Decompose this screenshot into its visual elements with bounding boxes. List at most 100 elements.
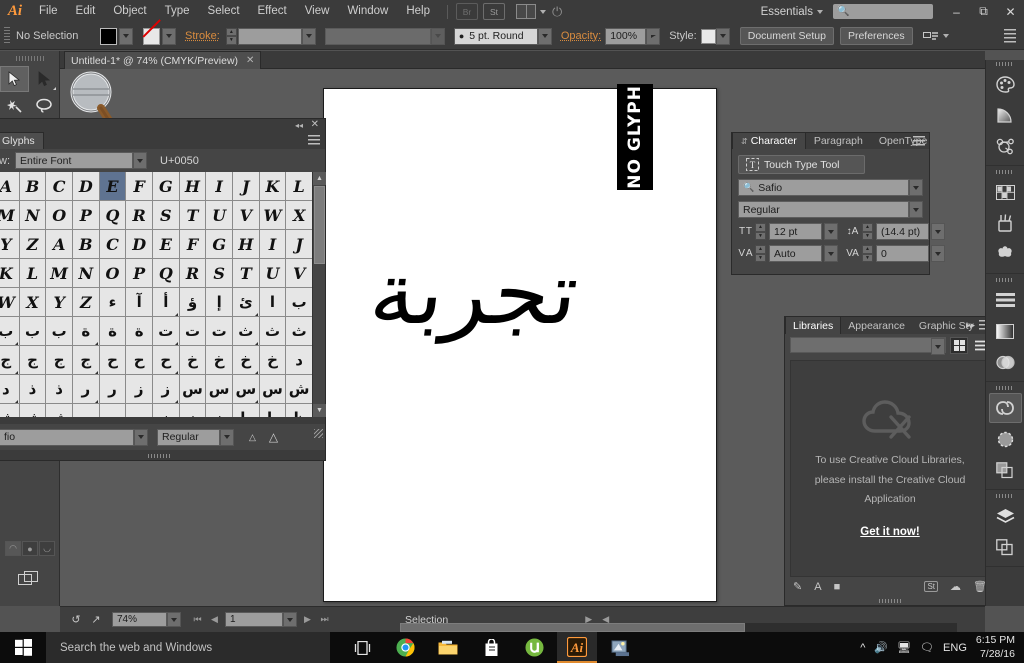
volume-icon[interactable]: 🔊 (874, 641, 888, 654)
glyph-cell[interactable]: ج (0, 346, 19, 374)
artboards-icon[interactable] (989, 532, 1022, 562)
library-select-dropdown[interactable] (931, 338, 945, 355)
glyph-cell[interactable]: L (286, 172, 312, 200)
kerning-field[interactable]: Auto (769, 245, 822, 262)
glyphs-panel-menu-button[interactable] (308, 135, 320, 145)
clock[interactable]: 6:15 PM 7/28/16 (976, 634, 1015, 660)
show-select-dropdown[interactable] (133, 152, 147, 169)
glyph-cell[interactable]: ة (100, 317, 126, 345)
horizontal-scrollbar[interactable] (400, 623, 957, 632)
tracking-dropdown[interactable] (931, 245, 945, 262)
glyph-cell[interactable]: إ (206, 288, 232, 316)
glyph-cell[interactable]: ر (100, 375, 126, 403)
control-panel-menu-button[interactable] (1004, 29, 1016, 43)
brush-definition-dropdown[interactable] (538, 28, 552, 45)
glyph-cell[interactable]: خ (206, 346, 232, 374)
change-screen-mode-icon[interactable] (18, 570, 40, 586)
graphic-style-dropdown[interactable] (716, 28, 730, 45)
glyph-cell[interactable]: ش (20, 404, 46, 417)
glyph-cell[interactable]: ح (126, 346, 152, 374)
reset-icon[interactable]: ↺ (68, 613, 84, 626)
glyph-cell[interactable]: X (286, 201, 312, 229)
glyph-cell[interactable]: ض (153, 404, 179, 417)
kerning-dropdown[interactable] (824, 245, 838, 262)
glyph-cell[interactable]: ث (286, 317, 312, 345)
leading-stepper[interactable]: ▲▼ (862, 223, 873, 240)
glyph-cell[interactable]: ط (233, 404, 259, 417)
glyph-cell[interactable]: ز (126, 375, 152, 403)
glyph-cell[interactable]: ة (126, 317, 152, 345)
glyph-cell[interactable]: ج (73, 346, 99, 374)
select-similar-button[interactable] (923, 30, 949, 43)
glyph-cell[interactable]: ت (153, 317, 179, 345)
artboard-number-field[interactable]: 1 (225, 612, 283, 627)
glyph-cell[interactable]: س (206, 375, 232, 403)
zoom-level-dropdown[interactable] (167, 612, 181, 627)
minimize-button[interactable]: – (943, 0, 970, 23)
rail-group-grip[interactable] (986, 276, 1024, 284)
tab-character[interactable]: ⇵ Character (732, 133, 806, 149)
tools-panel-grip[interactable] (14, 54, 45, 63)
glyph-cell[interactable]: J (286, 230, 312, 258)
stroke-label[interactable]: Stroke: (185, 30, 220, 42)
glyph-cell[interactable]: M (0, 201, 19, 229)
glyph-cell[interactable]: س (180, 375, 206, 403)
glyph-cell[interactable]: V (233, 201, 259, 229)
glyph-cell[interactable]: F (180, 230, 206, 258)
glyph-cell[interactable]: س (233, 375, 259, 403)
touch-type-tool-button[interactable]: T Touch Type Tool (738, 155, 865, 174)
font-size-stepper[interactable]: ▲▼ (755, 223, 766, 240)
tracking-field[interactable]: 0 (876, 245, 929, 262)
zoom-in-glyphs-icon[interactable]: △ (269, 430, 278, 444)
tab-appearance[interactable]: Appearance (841, 317, 912, 334)
opacity-label[interactable]: Opacity: (561, 30, 601, 42)
menu-window[interactable]: Window (338, 0, 397, 23)
glyph-cell[interactable]: K (0, 259, 19, 287)
glyph-cell[interactable]: C (46, 172, 72, 200)
get-it-now-link[interactable]: Get it now! (860, 526, 919, 538)
scrollbar-thumb[interactable] (314, 186, 325, 264)
glyph-cell[interactable]: د (0, 375, 19, 403)
glyph-cell[interactable]: د (286, 346, 312, 374)
glyph-cell[interactable]: ب (20, 317, 46, 345)
text-icon[interactable]: A (814, 581, 821, 593)
character-panel-menu-button[interactable] (913, 136, 925, 146)
glyph-grid-scrollbar[interactable]: ▲ ▼ (312, 172, 325, 417)
glyph-cell[interactable]: N (73, 259, 99, 287)
glyph-cell[interactable]: ص (73, 404, 99, 417)
close-icon[interactable]: ✕ (311, 119, 319, 130)
control-bar-grip[interactable] (4, 27, 10, 45)
close-button[interactable]: ✕ (997, 0, 1024, 23)
last-artboard-button[interactable]: ⏭ (318, 614, 331, 625)
menu-type[interactable]: Type (156, 0, 199, 23)
brushes-icon[interactable] (989, 208, 1022, 238)
font-size-field[interactable]: 12 pt (769, 223, 822, 240)
gradient-icon[interactable] (989, 316, 1022, 346)
glyph-cell[interactable]: ء (100, 288, 126, 316)
show-hidden-icons-chevron[interactable]: ^ (860, 642, 865, 654)
selection-tool[interactable] (0, 66, 29, 92)
glyph-cell[interactable]: P (126, 259, 152, 287)
stroke-weight-stepper[interactable]: ▲▼ (226, 28, 237, 45)
glyph-cell[interactable]: ث (260, 317, 286, 345)
glyph-cell[interactable]: ج (46, 346, 72, 374)
libraries-panel-drag-handle[interactable] (785, 596, 995, 605)
font-style-dropdown[interactable] (909, 201, 923, 218)
start-button[interactable] (0, 632, 46, 663)
restore-button[interactable]: ⧉ (970, 0, 997, 23)
library-select[interactable] (790, 337, 946, 353)
glyph-cell[interactable]: R (180, 259, 206, 287)
preferences-button[interactable]: Preferences (840, 27, 913, 45)
action-center-icon[interactable]: 🗨 (920, 641, 934, 654)
scroll-down-icon[interactable]: ▼ (313, 404, 326, 417)
glyph-cell[interactable]: J (233, 172, 259, 200)
symbols-icon[interactable] (989, 131, 1022, 161)
stroke-dropdown[interactable] (162, 28, 176, 45)
glyph-cell[interactable]: ذ (20, 375, 46, 403)
zoom-out-glyphs-icon[interactable]: △ (249, 432, 256, 443)
glyph-cell[interactable]: س (260, 375, 286, 403)
glyph-cell[interactable]: G (153, 172, 179, 200)
zoom-level-field[interactable]: 74% (112, 612, 167, 627)
color-guide-icon[interactable] (989, 100, 1022, 130)
glyph-cell[interactable]: M (46, 259, 72, 287)
